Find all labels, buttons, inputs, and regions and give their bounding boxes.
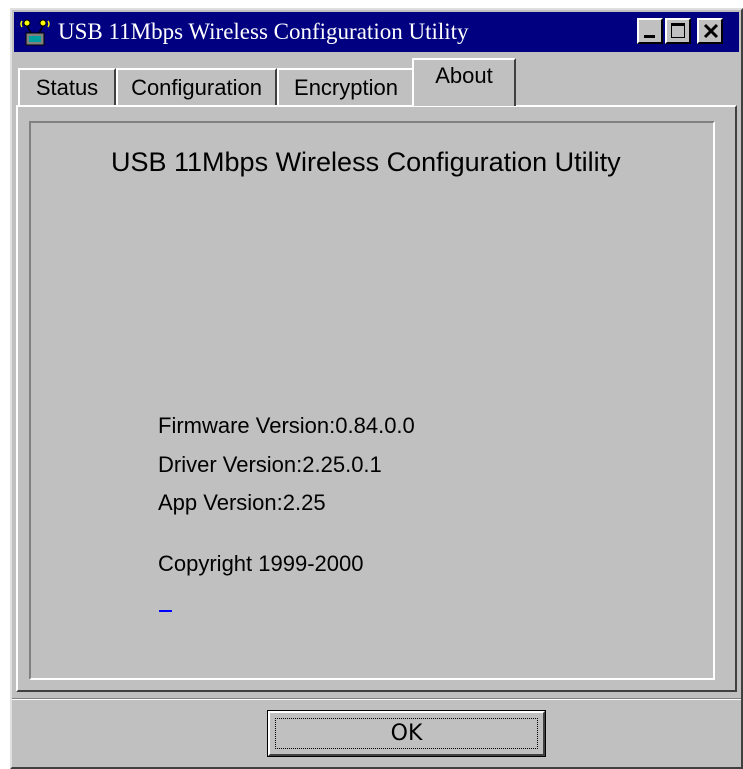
tab-about-label: About	[435, 63, 493, 88]
minimize-icon	[644, 35, 655, 38]
about-frame: USB 11Mbps Wireless Configuration Utilit…	[29, 121, 715, 680]
tab-configuration[interactable]: Configuration	[116, 68, 277, 106]
about-title: USB 11Mbps Wireless Configuration Utilit…	[111, 147, 621, 177]
app-version: App Version:2.25	[158, 490, 326, 515]
tab-panel: USB 11Mbps Wireless Configuration Utilit…	[16, 105, 737, 692]
link-underline[interactable]	[159, 610, 172, 612]
ok-button-label: OK	[390, 721, 423, 746]
firmware-version: Firmware Version:0.84.0.0	[158, 413, 415, 438]
title-bar[interactable]: USB 11Mbps Wireless Configuration Utilit…	[14, 12, 739, 52]
ok-button[interactable]: OK	[267, 710, 546, 757]
tab-status[interactable]: Status	[18, 68, 116, 106]
footer-divider	[12, 698, 741, 700]
main-window: USB 11Mbps Wireless Configuration Utilit…	[10, 8, 743, 769]
wireless-app-icon	[20, 19, 50, 46]
minimize-button[interactable]	[637, 18, 663, 44]
tab-about[interactable]: About	[412, 58, 516, 106]
driver-version: Driver Version:2.25.0.1	[158, 452, 382, 477]
window-title: USB 11Mbps Wireless Configuration Utilit…	[58, 19, 469, 44]
close-button[interactable]	[697, 18, 723, 44]
maximize-button[interactable]	[665, 18, 691, 44]
maximize-icon	[671, 23, 685, 38]
ok-button-bevel: OK	[268, 711, 545, 756]
tab-encryption[interactable]: Encryption	[277, 68, 415, 106]
copyright: Copyright 1999-2000	[158, 551, 364, 576]
close-icon	[703, 23, 719, 39]
